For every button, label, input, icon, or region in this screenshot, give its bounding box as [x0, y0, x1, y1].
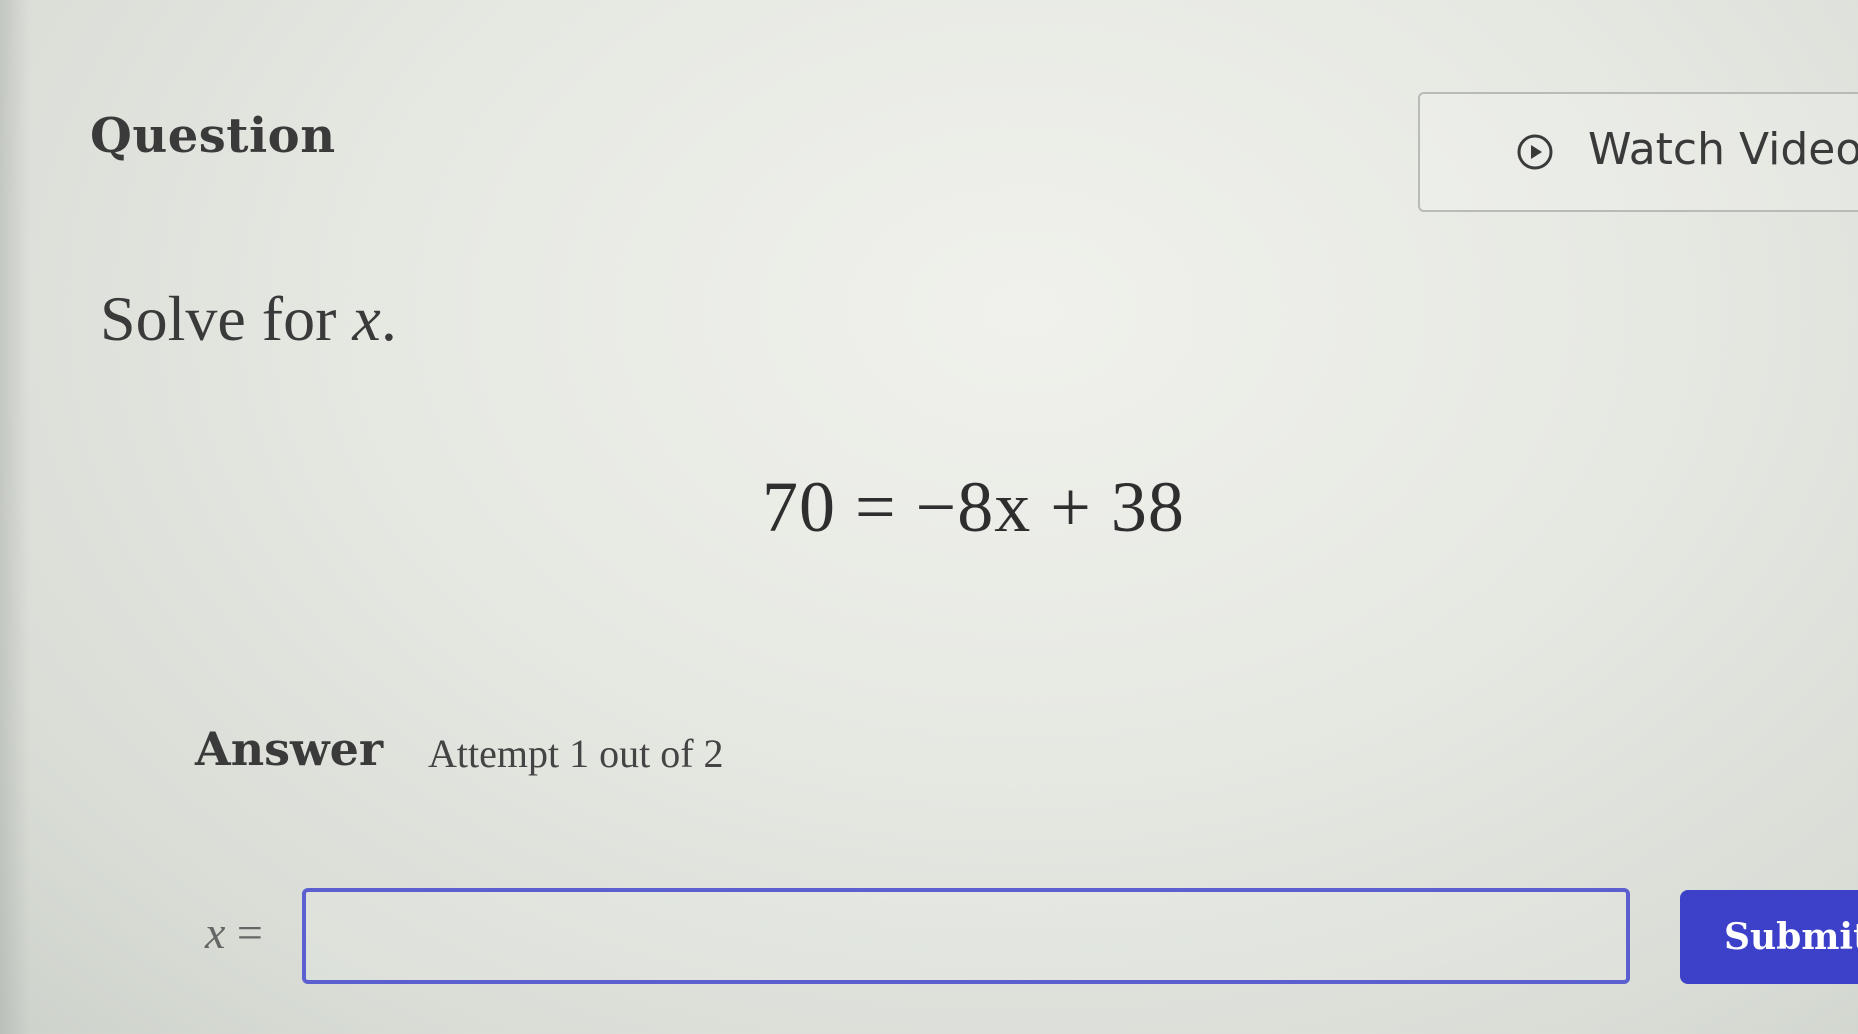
answer-variable: x — [205, 907, 226, 958]
question-prompt: Solve for x. — [100, 282, 397, 356]
prompt-variable: x — [352, 283, 381, 354]
answer-equals: = — [225, 907, 263, 958]
play-circle-icon — [1516, 133, 1554, 171]
prompt-text: Solve for — [100, 283, 353, 354]
attempt-counter: Attempt 1 out of 2 — [428, 731, 724, 776]
answer-label: Answer — [195, 722, 384, 776]
equation: 70 = −8x + 38 — [762, 467, 1185, 547]
watch-video-button[interactable]: Watch Video — [1418, 92, 1858, 212]
question-heading: Question — [90, 108, 336, 164]
prompt-period: . — [380, 283, 397, 354]
answer-variable-label: x = — [205, 906, 263, 959]
page-edge-shadow — [0, 0, 30, 1034]
submit-button[interactable]: Submit — [1680, 890, 1858, 984]
answer-input[interactable] — [302, 888, 1630, 984]
watch-video-label: Watch Video — [1588, 124, 1858, 175]
